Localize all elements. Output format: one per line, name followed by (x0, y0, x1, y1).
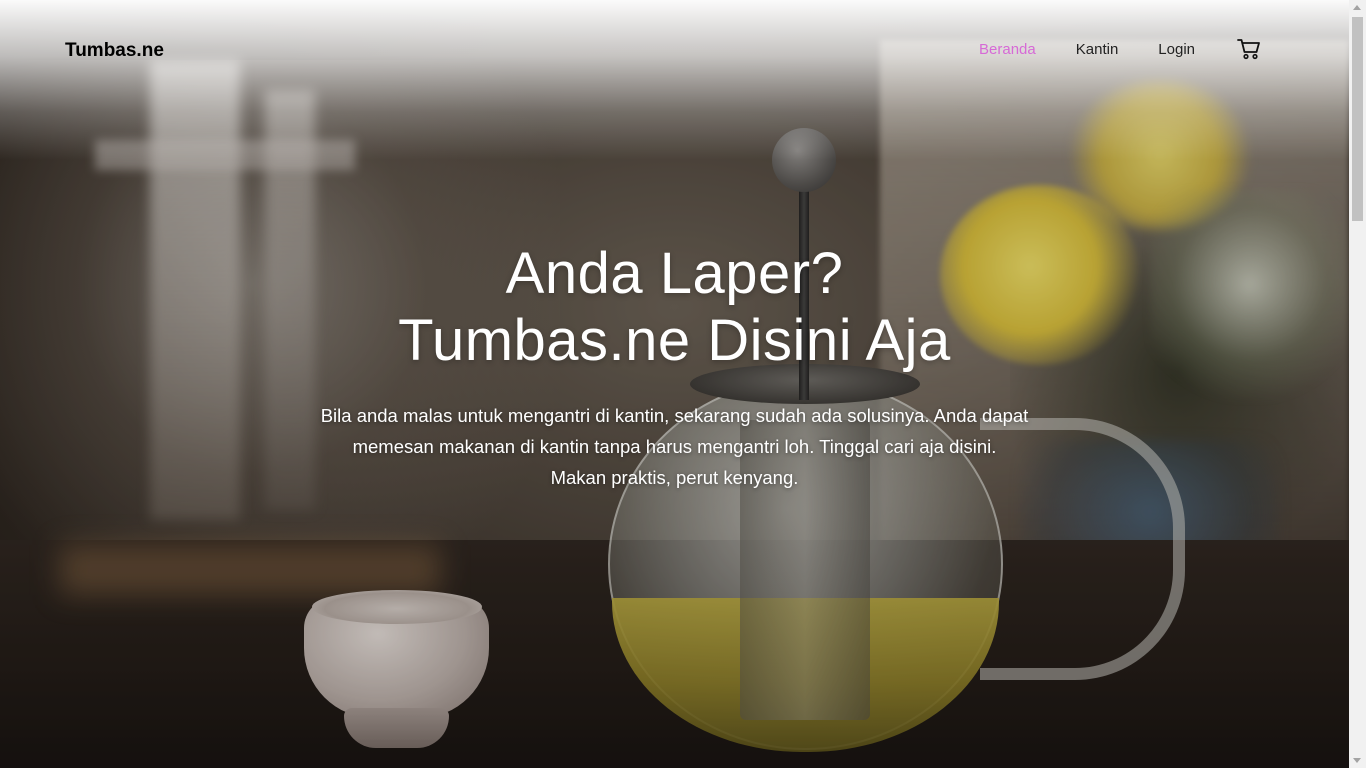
scrollbar-thumb[interactable] (1352, 17, 1363, 221)
hero-description-line3: Makan praktis, perut kenyang. (550, 467, 799, 488)
tea-cup-foot (344, 708, 449, 748)
scroll-down-arrow-icon[interactable] (1353, 758, 1361, 763)
nav-links: Beranda Kantin Login (939, 38, 1261, 60)
page-scrollbar[interactable] (1349, 0, 1366, 768)
tea-cup-rim (312, 590, 482, 624)
nav-link-beranda[interactable]: Beranda (979, 41, 1036, 58)
table-reflection (60, 545, 440, 595)
brand-logo[interactable]: Tumbas.ne (65, 40, 164, 62)
navbar: Tumbas.ne Beranda Kantin Login (0, 0, 1349, 96)
hero-headline: Anda Laper? Tumbas.ne Disini Aja (0, 240, 1349, 374)
scroll-up-arrow-icon[interactable] (1353, 5, 1361, 10)
hero-description: Bila anda malas untuk mengantri di kanti… (280, 400, 1070, 493)
background-shelf (95, 140, 355, 170)
plunger-knob (772, 128, 836, 192)
nav-link-login[interactable]: Login (1158, 41, 1195, 58)
tea-cup-body (304, 598, 489, 718)
tea-liquid (612, 598, 999, 752)
hero-headline-line2: Tumbas.ne Disini Aja (398, 308, 951, 373)
cart-icon-svg (1237, 39, 1260, 60)
nav-link-kantin[interactable]: Kantin (1076, 41, 1119, 58)
yellow-rose (1070, 80, 1250, 230)
hero-section: Tumbas.ne Beranda Kantin Login Anda Lape… (0, 0, 1349, 768)
hero-content: Anda Laper? Tumbas.ne Disini Aja Bila an… (0, 240, 1349, 493)
cart-icon[interactable] (1237, 38, 1261, 60)
hero-headline-line1: Anda Laper? (505, 241, 844, 306)
tea-cup (284, 590, 509, 750)
hero-description-line2: memesan makanan di kantin tanpa harus me… (352, 436, 997, 457)
hero-description-line1: Bila anda malas untuk mengantri di kanti… (320, 405, 1029, 426)
table-surface (0, 540, 1349, 768)
